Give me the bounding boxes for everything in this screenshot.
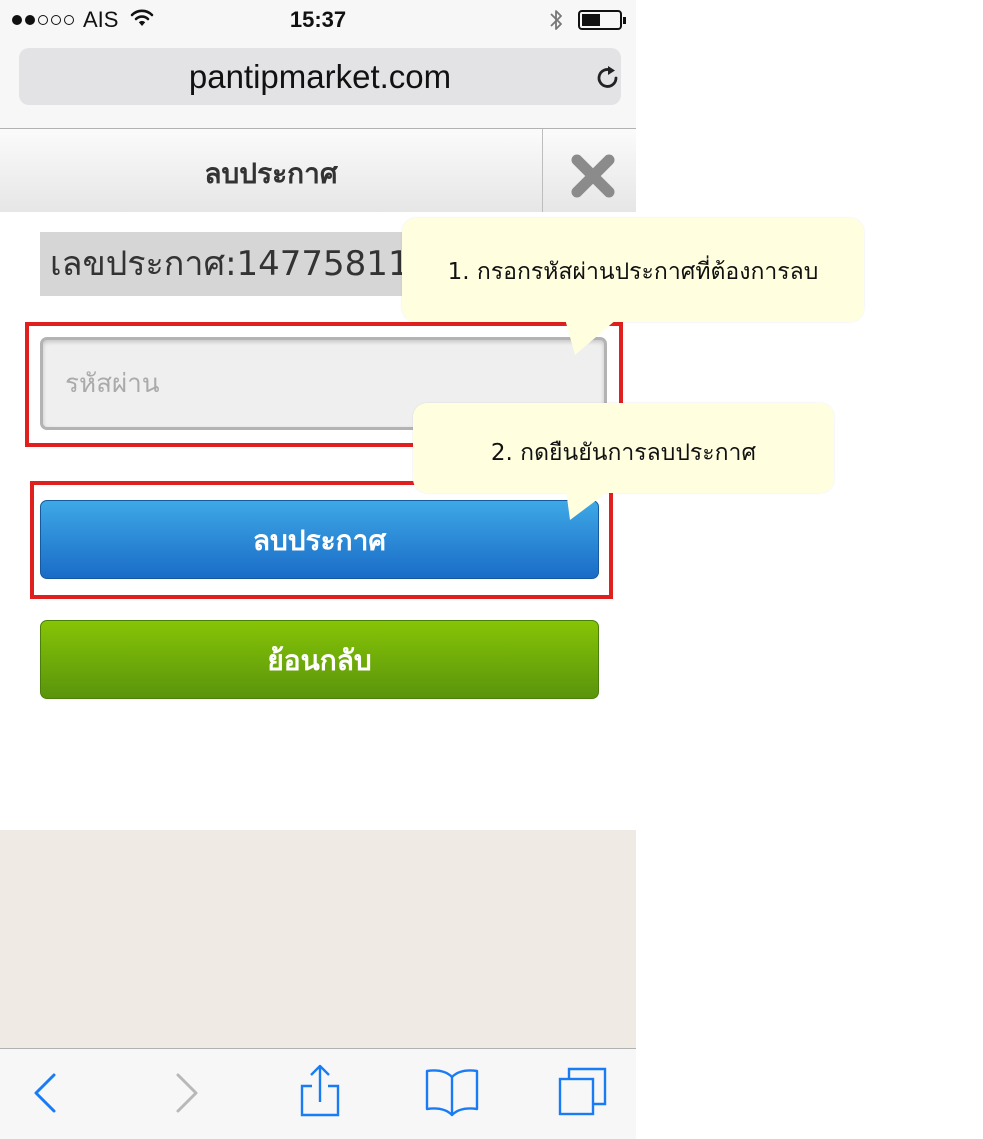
page-title: ลบประกาศ [204,157,338,190]
back-button[interactable]: ย้อนกลับ [40,620,599,699]
callout-step-2-text: 2. กดยืนยันการลบประกาศ [490,440,757,466]
address-bar-url[interactable]: pantipmarket.com [19,48,621,105]
forward-nav-button[interactable] [148,1049,228,1139]
tabs-icon[interactable] [545,1049,625,1139]
tabs-button[interactable] [545,1049,625,1139]
battery-icon [578,10,626,30]
address-bar[interactable]: pantipmarket.com [19,48,621,105]
status-bar: AIS 15:37 [0,0,636,40]
battery-level [582,14,600,26]
share-icon[interactable] [280,1049,360,1139]
phone-screen: AIS 15:37 pantipmarket.com ลบประกาศ เลขป… [0,0,636,1139]
callout-step-2-tail [566,490,610,520]
back-nav-button[interactable] [22,1049,102,1139]
close-button[interactable] [542,129,636,212]
callout-step-2: 2. กดยืนยันการลบประกาศ [413,403,834,493]
bluetooth-icon [548,8,564,36]
delete-announcement-button[interactable]: ลบประกาศ [40,500,599,579]
bookmarks-icon[interactable] [412,1049,492,1139]
browser-address-area: pantipmarket.com [0,40,636,129]
page-footer [0,830,636,1048]
announcement-number: เลขประกาศ:14775811 [40,232,410,296]
battery-nub [623,17,626,24]
forward-icon[interactable] [148,1049,228,1139]
callout-step-1: 1. กรอกรหัสผ่านประกาศที่ต้องการลบ [402,218,864,322]
close-icon[interactable] [568,151,618,201]
callout-step-1-text: 1. กรอกรหัสผ่านประกาศที่ต้องการลบ [447,259,819,285]
callout-step-1-tail [565,319,617,355]
announcement-number-label: เลขประกาศ:14775811 [50,244,410,284]
page-header: ลบประกาศ [0,129,636,212]
status-time: 15:37 [289,7,347,32]
share-button[interactable] [280,1049,360,1139]
bookmarks-button[interactable] [412,1049,492,1139]
reload-icon[interactable] [593,63,623,97]
browser-toolbar [0,1048,636,1139]
back-icon[interactable] [22,1049,102,1139]
